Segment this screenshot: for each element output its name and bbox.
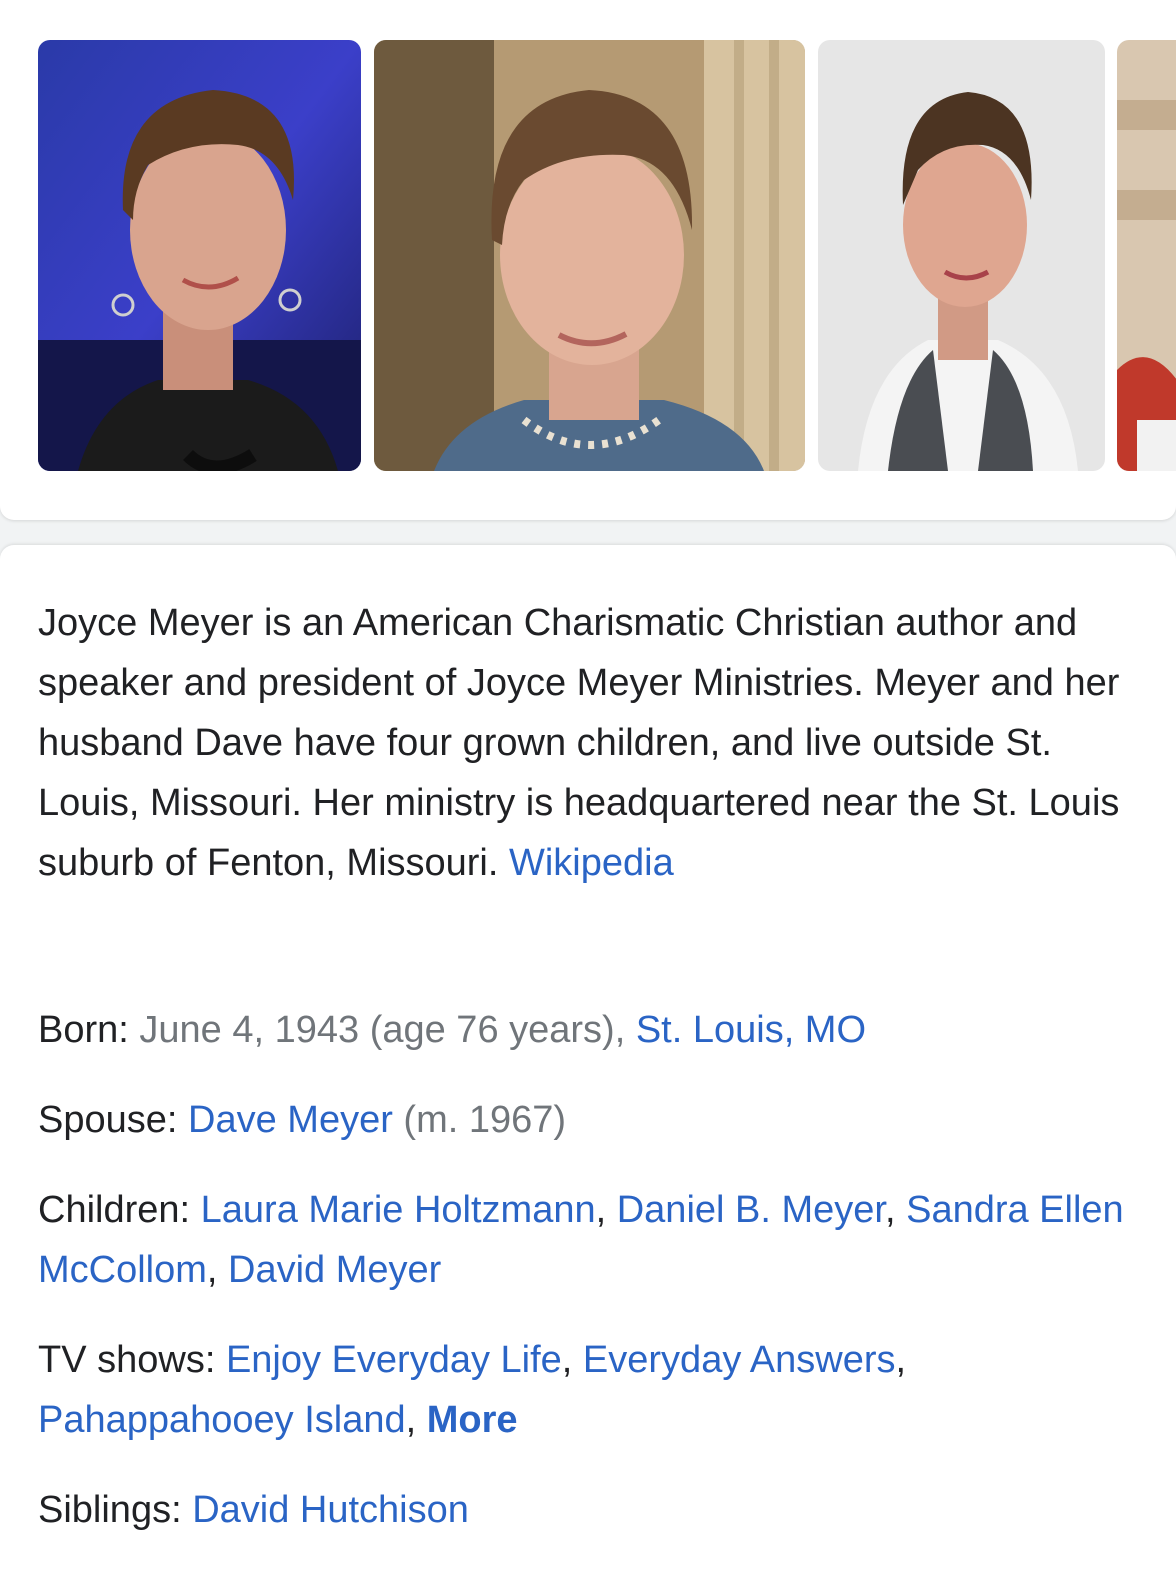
photo-1-graphic [38, 40, 361, 471]
person-photo-3[interactable] [818, 40, 1105, 471]
photo-3-graphic [818, 40, 1105, 471]
tv-shows-more-link[interactable]: More [427, 1399, 518, 1441]
fact-tv-shows: TV shows: Enjoy Everyday Life, Everyday … [38, 1339, 907, 1441]
photo-2-graphic [374, 40, 805, 471]
siblings-label: Siblings: [38, 1489, 182, 1531]
person-photo-4[interactable] [1117, 40, 1176, 471]
photo-4-graphic [1117, 40, 1176, 471]
tv-show-link-1[interactable]: Enjoy Everyday Life [226, 1339, 562, 1381]
tv-shows-label: TV shows: [38, 1339, 216, 1381]
children-label: Children: [38, 1189, 191, 1231]
description: Joyce Meyer is an American Charismatic C… [38, 593, 1138, 893]
person-photo-2[interactable] [374, 40, 805, 471]
born-date: June 4, 1943 (age 76 years), [139, 1009, 626, 1051]
person-photo-1[interactable] [38, 40, 361, 471]
spouse-link[interactable]: Dave Meyer [188, 1099, 393, 1141]
fact-children: Children: Laura Marie Holtzmann, Daniel … [38, 1189, 1124, 1291]
tv-show-link-2[interactable]: Everyday Answers [583, 1339, 896, 1381]
fact-siblings: Siblings: David Hutchison [38, 1480, 1148, 1540]
child-link-1[interactable]: Laura Marie Holtzmann [201, 1189, 596, 1231]
child-link-4[interactable]: David Meyer [228, 1249, 441, 1291]
image-carousel [0, 0, 1176, 520]
fact-spouse: Spouse: Dave Meyer (m. 1967) [38, 1090, 1148, 1150]
wikipedia-link[interactable]: Wikipedia [509, 842, 674, 884]
knowledge-panel-info: Joyce Meyer is an American Charismatic C… [0, 545, 1176, 1585]
sibling-link[interactable]: David Hutchison [192, 1489, 469, 1531]
child-link-2[interactable]: Daniel B. Meyer [617, 1189, 885, 1231]
fact-born: Born: June 4, 1943 (age 76 years), St. L… [38, 1000, 1148, 1060]
born-place-link[interactable]: St. Louis, MO [636, 1009, 866, 1051]
spouse-label: Spouse: [38, 1099, 178, 1141]
tv-show-link-3[interactable]: Pahappahooey Island [38, 1399, 406, 1441]
spouse-marriage-note: (m. 1967) [403, 1099, 567, 1141]
born-label: Born: [38, 1009, 129, 1051]
